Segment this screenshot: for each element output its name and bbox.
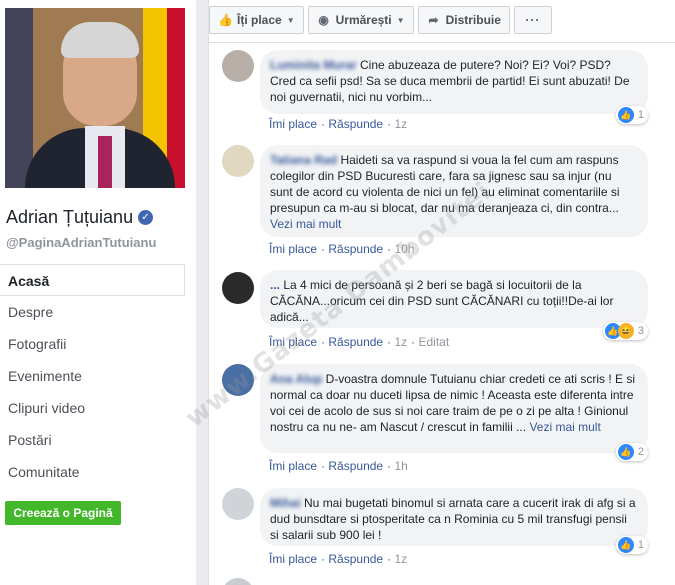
like-reaction-icon: 👍	[617, 537, 634, 553]
left-column: Adrian Țuțuianu ✓ @PaginaAdrianTutuianu …	[0, 0, 196, 585]
like-reaction-icon: 👍	[617, 107, 634, 123]
reaction-count: 1	[637, 109, 644, 121]
comment-author[interactable]: Ana Alup	[270, 372, 322, 386]
share-button[interactable]: ➦ Distribuie	[417, 6, 510, 34]
profile-photo[interactable]	[5, 8, 185, 188]
comment-timestamp[interactable]: 1z	[394, 335, 407, 349]
comment-actions: Îmi place · Răspunde · 1z	[269, 117, 408, 131]
avatar[interactable]	[222, 578, 254, 585]
reaction-count: 2	[637, 446, 644, 458]
nav-item-videos[interactable]: Clipuri video	[0, 392, 185, 424]
comment-bubble: Mihai Nu mai bugetati binomul si arnata …	[260, 488, 648, 554]
avatar[interactable]	[222, 145, 254, 177]
like-reaction-icon: 👍	[617, 444, 634, 460]
comment-bubble: Ana Alup D-voastra domnule Tutuianu chia…	[260, 364, 648, 461]
haha-reaction-icon: 😆	[617, 323, 634, 339]
page-nav: Acasă Despre Fotografii Evenimente Clipu…	[0, 264, 185, 488]
comment-reply-link[interactable]: Răspunde	[328, 335, 383, 349]
reactions-badge[interactable]: 👍 2	[615, 443, 648, 461]
comment-like-link[interactable]: Îmi place	[269, 117, 317, 131]
comment-timestamp[interactable]: 1h	[394, 459, 407, 473]
verified-badge-icon: ✓	[138, 210, 154, 225]
comment-timestamp[interactable]: 1z	[394, 117, 407, 131]
reactions-badge[interactable]: 👍 1	[615, 536, 648, 554]
comment-author[interactable]: ...	[270, 278, 280, 292]
comment-like-link[interactable]: Îmi place	[269, 459, 317, 473]
comment-reply-link[interactable]: Răspunde	[328, 117, 383, 131]
see-more-link[interactable]: Vezi mai mult	[270, 217, 341, 231]
avatar[interactable]	[222, 488, 254, 520]
rss-icon: ◉	[318, 13, 329, 27]
avatar[interactable]	[222, 272, 254, 304]
comment-like-link[interactable]: Îmi place	[269, 552, 317, 566]
divider	[209, 42, 675, 43]
comments-feed: 👍 Îți place ▼ ◉ Urmărești ▼ ➦ Distribuie…	[208, 0, 675, 585]
comment-text: Nu mai bugetati binomul si arnata care a…	[270, 496, 636, 542]
nav-item-posts[interactable]: Postări	[0, 424, 185, 456]
create-page-button[interactable]: Creează o Pagină	[5, 501, 121, 525]
comment-reply-link[interactable]: Răspunde	[328, 459, 383, 473]
page-action-bar: 👍 Îți place ▼ ◉ Urmărești ▼ ➦ Distribuie…	[209, 6, 556, 36]
comment-timestamp[interactable]: 1z	[394, 552, 407, 566]
comment-author[interactable]: Luminita Murar	[270, 58, 357, 72]
nav-item-about[interactable]: Despre	[0, 296, 185, 328]
nav-item-home[interactable]: Acasă	[0, 264, 185, 296]
edited-label[interactable]: Editat	[418, 335, 449, 349]
reactions-badge[interactable]: 👍 1	[615, 106, 648, 124]
page-name-text[interactable]: Adrian Țuțuianu	[6, 207, 133, 228]
reactions-badge[interactable]: 👍 😆 3	[602, 322, 648, 340]
like-page-label: Îți place	[237, 13, 282, 27]
like-page-button[interactable]: 👍 Îți place ▼	[209, 6, 304, 34]
follow-label: Urmărești	[335, 13, 392, 27]
avatar[interactable]	[222, 50, 254, 82]
nav-item-photos[interactable]: Fotografii	[0, 328, 185, 360]
comment-author[interactable]: Mihai	[270, 496, 301, 510]
more-options-button[interactable]: ···	[513, 6, 552, 34]
comment-reply-link[interactable]: Răspunde	[328, 242, 383, 256]
share-arrow-icon: ➦	[428, 13, 439, 27]
share-label: Distribuie	[445, 13, 501, 27]
page-title[interactable]: Adrian Țuțuianu ✓	[6, 207, 154, 228]
nav-item-community[interactable]: Comunitate	[0, 456, 185, 488]
see-more-link[interactable]: Vezi mai mult	[529, 420, 600, 434]
comment-actions: Îmi place · Răspunde · 1z	[269, 552, 408, 566]
comment-like-link[interactable]: Îmi place	[269, 242, 317, 256]
chevron-down-icon: ▼	[286, 15, 295, 25]
thumbs-up-icon: 👍	[218, 13, 233, 27]
comment-bubble: Luminita Murar Cine abuzeaza de putere? …	[260, 50, 648, 124]
reaction-count: 3	[637, 325, 644, 337]
comment-actions: Îmi place · Răspunde · 1h	[269, 459, 408, 473]
chevron-down-icon: ▼	[396, 15, 405, 25]
page-handle: @PaginaAdrianTutuianu	[6, 235, 157, 250]
nav-item-events[interactable]: Evenimente	[0, 360, 185, 392]
comment-reply-link[interactable]: Răspunde	[328, 552, 383, 566]
reaction-count: 1	[637, 539, 644, 551]
follow-button[interactable]: ◉ Urmărești ▼	[307, 6, 414, 34]
comment-author[interactable]: Tatiana Rad	[270, 153, 337, 167]
